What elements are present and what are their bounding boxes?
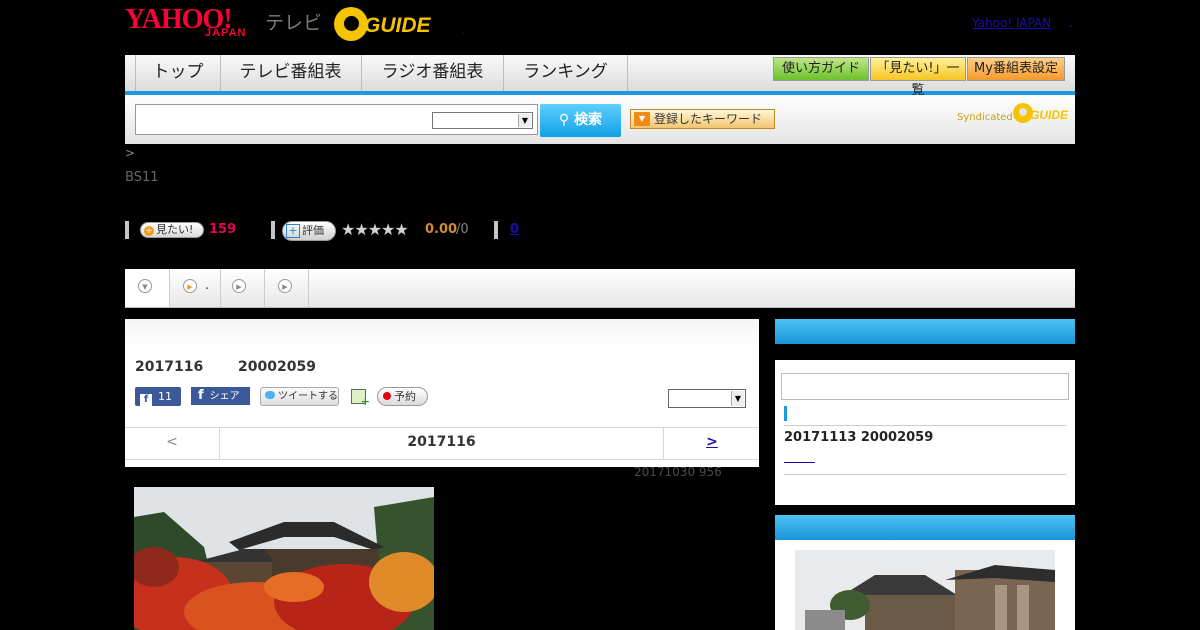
tweet-label: ツイートする xyxy=(278,391,338,402)
program-photo xyxy=(134,487,434,630)
facebook-share-label: シェア xyxy=(209,391,240,402)
sidebar-panel-header xyxy=(775,319,1075,344)
my-listings-settings-button[interactable]: My番組表設定 xyxy=(967,57,1065,81)
gguide-logo-text: GUIDE xyxy=(364,14,431,37)
add-calendar-icon[interactable] xyxy=(351,389,370,408)
rate-button[interactable]: + 評価 xyxy=(282,221,336,241)
sidebar-program-datetime: 20171113 20002059 xyxy=(784,430,934,445)
tweet-button[interactable]: ツイートする xyxy=(260,387,339,406)
count-link[interactable]: 0 xyxy=(510,222,519,237)
sidebar-panel-header xyxy=(775,515,1075,540)
program-tabbar: ▼ ▶ . ▶ ▶ xyxy=(125,269,1075,308)
want-to-watch-label: 見たい! xyxy=(156,223,194,236)
rating-score: 0.00 xyxy=(425,222,458,237)
divider xyxy=(494,221,498,239)
search-bar: ▼ ⚲ 検索 ▼ 登録したキーワード Syndicated GUIDE xyxy=(125,95,1075,144)
play-icon: ▶ xyxy=(278,279,292,293)
chevron-down-icon: ▼ xyxy=(731,391,744,406)
program-date: 2017116 xyxy=(135,359,204,375)
divider xyxy=(271,221,275,239)
want-count: 159 xyxy=(209,222,237,237)
syndicated-logo-text: GUIDE xyxy=(1030,108,1069,122)
plus-icon: + xyxy=(286,224,300,238)
nav-tab-tv-listings[interactable]: テレビ番組表 xyxy=(220,55,362,91)
breadcrumb: > xyxy=(125,146,136,160)
yahoo-japan-link[interactable]: Yahoo! JAPAN xyxy=(972,16,1051,30)
tab-3[interactable]: ▶ xyxy=(221,269,265,307)
syndicated-gguide-logo: GUIDE xyxy=(1013,103,1069,125)
facebook-icon: f xyxy=(198,388,204,403)
rate-label: 評価 xyxy=(302,224,324,237)
tab-2-label: . xyxy=(205,278,210,293)
sidebar-search-input[interactable] xyxy=(781,373,1069,400)
program-panel: 2017116 20002059 f 11 f シェア ツイートする 予約 ▼ < … xyxy=(125,319,759,467)
tab-2[interactable]: ▶ . xyxy=(170,269,221,307)
nav-tab-top[interactable]: トップ xyxy=(135,55,221,91)
reserve-label: 予約 xyxy=(394,390,416,403)
main-nav: トップ テレビ番組表 ラジオ番組表 ランキング 使い方ガイド 「見たい!」一覧 … xyxy=(125,55,1075,98)
yahoo-japan-logo-text: JAPAN xyxy=(205,27,247,39)
tab-1[interactable]: ▼ xyxy=(125,269,170,307)
divider xyxy=(125,221,129,239)
gguide-logo-mark-icon xyxy=(334,7,368,41)
usage-guide-button[interactable]: 使い方ガイド xyxy=(773,57,869,81)
sidebar-panel-photo xyxy=(775,515,1075,630)
search-button-label: 検索 xyxy=(574,112,603,128)
facebook-share-button[interactable]: f シェア xyxy=(191,387,250,405)
sidebar-program-link[interactable] xyxy=(784,452,815,463)
play-icon: ▶ xyxy=(232,279,246,293)
tv-logo-text[interactable]: テレビ xyxy=(265,8,322,35)
gguide-logo[interactable]: GUIDE xyxy=(334,7,431,41)
header-dot: . xyxy=(462,25,466,36)
chevron-down-icon: ▼ xyxy=(138,279,152,293)
pager-next-button[interactable]: > xyxy=(663,428,760,459)
search-category-select[interactable]: ▼ xyxy=(432,112,533,129)
plus-icon: + xyxy=(144,226,154,236)
search-icon: ⚲ xyxy=(558,112,570,128)
program-options-select[interactable]: ▼ xyxy=(668,389,746,408)
sidebar-photo[interactable] xyxy=(795,550,1055,630)
facebook-like-button[interactable]: f 11 xyxy=(135,387,181,406)
facebook-like-count: 11 xyxy=(158,390,172,403)
nav-tab-ranking[interactable]: ランキング xyxy=(504,55,628,91)
nav-tab-radio-listings[interactable]: ラジオ番組表 xyxy=(362,55,504,91)
program-time: 20002059 xyxy=(238,359,316,375)
date-pager: < 2017116 > xyxy=(125,427,759,460)
chevron-down-icon: ▼ xyxy=(518,114,531,127)
facebook-icon: f xyxy=(140,394,152,406)
dropdown-triangle-icon: ▼ xyxy=(634,112,650,126)
twitter-bird-icon xyxy=(265,391,275,399)
rating-count: /0 xyxy=(456,222,469,237)
syndicated-label: Syndicated xyxy=(957,112,1013,123)
pager-prev-button[interactable]: < xyxy=(125,428,220,459)
updated-timestamp: 20171030 956 xyxy=(634,465,722,479)
search-button[interactable]: ⚲ 検索 xyxy=(540,104,621,137)
registered-keywords-label: 登録したキーワード xyxy=(654,112,763,126)
yahoo-link-dot: . xyxy=(1069,16,1073,30)
reserve-button[interactable]: 予約 xyxy=(377,387,428,406)
want-to-watch-button[interactable]: + 見たい! xyxy=(140,222,204,238)
record-icon xyxy=(383,392,391,400)
rating-stars: ★★★★★ xyxy=(341,220,409,239)
registered-keywords-button[interactable]: ▼ 登録したキーワード xyxy=(630,109,775,129)
divider xyxy=(784,474,1066,475)
channel-name: BS11 xyxy=(125,170,159,185)
sidebar-section-marker xyxy=(784,406,787,421)
sidebar-panel-subheader xyxy=(775,344,1075,360)
pager-current-date: 2017116 xyxy=(407,434,476,450)
sidebar-panel-related: 20171113 20002059 xyxy=(775,319,1075,505)
divider xyxy=(784,425,1066,426)
tab-4[interactable]: ▶ xyxy=(265,269,309,307)
want-list-button[interactable]: 「見たい!」一覧 xyxy=(870,57,966,98)
play-icon: ▶ xyxy=(183,279,197,293)
